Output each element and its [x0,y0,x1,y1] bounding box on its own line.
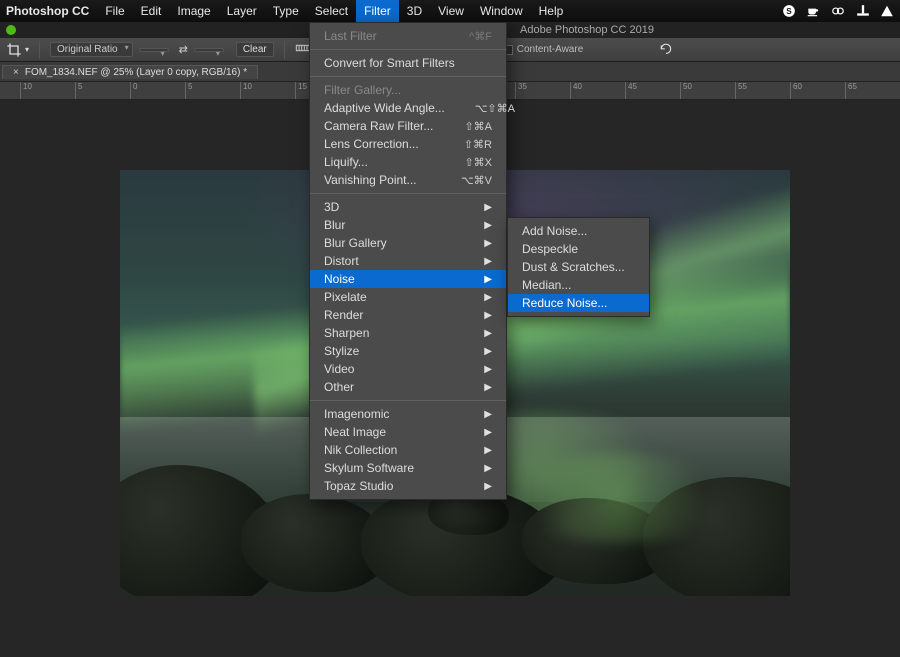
menu-layer[interactable]: Layer [219,0,265,22]
triangle-icon[interactable] [880,4,894,18]
filter-video-submenu[interactable]: Video▶ [310,360,506,378]
ruler-tick: 10 [240,82,252,99]
skype-icon[interactable]: S [782,4,796,18]
ruler-tick: 60 [790,82,802,99]
filter-topaz-submenu[interactable]: Topaz Studio▶ [310,477,506,495]
menu-3d[interactable]: 3D [399,0,430,22]
filter-last-filter: Last Filter^⌘F [310,27,506,45]
filter-blur-gallery-submenu[interactable]: Blur Gallery▶ [310,234,506,252]
filter-distort-submenu[interactable]: Distort▶ [310,252,506,270]
filter-other-submenu[interactable]: Other▶ [310,378,506,396]
clear-button[interactable]: Clear [236,42,274,57]
menu-help[interactable]: Help [531,0,572,22]
content-aware-checkbox[interactable]: Content-Aware [503,44,584,55]
share-icon[interactable] [856,4,870,18]
window-title: Adobe Photoshop CC 2019 [520,24,654,36]
reset-icon[interactable] [658,43,674,57]
document-tab[interactable]: ×FOM_1834.NEF @ 25% (Layer 0 copy, RGB/1… [2,65,258,79]
filter-blur-submenu[interactable]: Blur▶ [310,216,506,234]
filter-sharpen-submenu[interactable]: Sharpen▶ [310,324,506,342]
crop-tool-icon[interactable]: ▾ [6,42,29,58]
menu-select[interactable]: Select [307,0,356,22]
system-tray: S [782,4,894,18]
filter-adaptive-wide-angle[interactable]: Adaptive Wide Angle...⌥⇧⌘A [310,99,506,117]
ruler-tick: 5 [185,82,192,99]
ruler-tick: 0 [130,82,137,99]
filter-lens-correction[interactable]: Lens Correction...⇧⌘R [310,135,506,153]
menu-edit[interactable]: Edit [133,0,170,22]
filter-noise-submenu[interactable]: Noise▶ [310,270,506,288]
ruler-tick: 65 [845,82,857,99]
svg-text:S: S [786,7,792,16]
noise-submenu: Add Noise... Despeckle Dust & Scratches.… [507,217,650,317]
filter-pixelate-submenu[interactable]: Pixelate▶ [310,288,506,306]
noise-reduce-noise[interactable]: Reduce Noise... [508,294,649,312]
ruler-tick: 10 [20,82,32,99]
coffee-icon[interactable] [806,4,820,18]
ruler-tick: 50 [680,82,692,99]
filter-nik-collection-submenu[interactable]: Nik Collection▶ [310,441,506,459]
ruler-tick: 5 [75,82,82,99]
menu-view[interactable]: View [430,0,472,22]
menu-type[interactable]: Type [265,0,307,22]
ruler-tick: 40 [570,82,582,99]
filter-stylize-submenu[interactable]: Stylize▶ [310,342,506,360]
width-field[interactable] [139,48,169,52]
close-tab-icon[interactable]: × [13,67,19,78]
menu-file[interactable]: File [97,0,132,22]
ruler-tick: 15 [295,82,307,99]
noise-dust-scratches[interactable]: Dust & Scratches... [508,258,649,276]
app-name: Photoshop CC [6,4,89,18]
filter-convert-smart[interactable]: Convert for Smart Filters [310,54,506,72]
menu-image[interactable]: Image [169,0,218,22]
ruler-tick: 55 [735,82,747,99]
ruler-tick: 45 [625,82,637,99]
noise-median[interactable]: Median... [508,276,649,294]
filter-neat-image-submenu[interactable]: Neat Image▶ [310,423,506,441]
menu-filter[interactable]: Filter [356,0,399,22]
filter-filter-gallery: Filter Gallery... [310,81,506,99]
traffic-light-green[interactable] [6,25,16,35]
menu-window[interactable]: Window [472,0,531,22]
filter-menu: Last Filter^⌘F Convert for Smart Filters… [309,22,507,500]
ruler-tick: 35 [515,82,527,99]
filter-3d-submenu[interactable]: 3D▶ [310,198,506,216]
menu-bar: Photoshop CC File Edit Image Layer Type … [0,0,900,22]
aspect-ratio-dropdown[interactable]: Original Ratio [50,42,133,57]
filter-camera-raw[interactable]: Camera Raw Filter...⇧⌘A [310,117,506,135]
noise-add-noise[interactable]: Add Noise... [508,222,649,240]
filter-liquify[interactable]: Liquify...⇧⌘X [310,153,506,171]
filter-imagenomic-submenu[interactable]: Imagenomic▶ [310,405,506,423]
height-field[interactable] [194,48,224,52]
filter-vanishing-point[interactable]: Vanishing Point...⌥⌘V [310,171,506,189]
swap-icon[interactable]: ⇄ [179,43,188,56]
cloud-icon[interactable] [830,4,846,18]
filter-skylum-submenu[interactable]: Skylum Software▶ [310,459,506,477]
filter-render-submenu[interactable]: Render▶ [310,306,506,324]
noise-despeckle[interactable]: Despeckle [508,240,649,258]
